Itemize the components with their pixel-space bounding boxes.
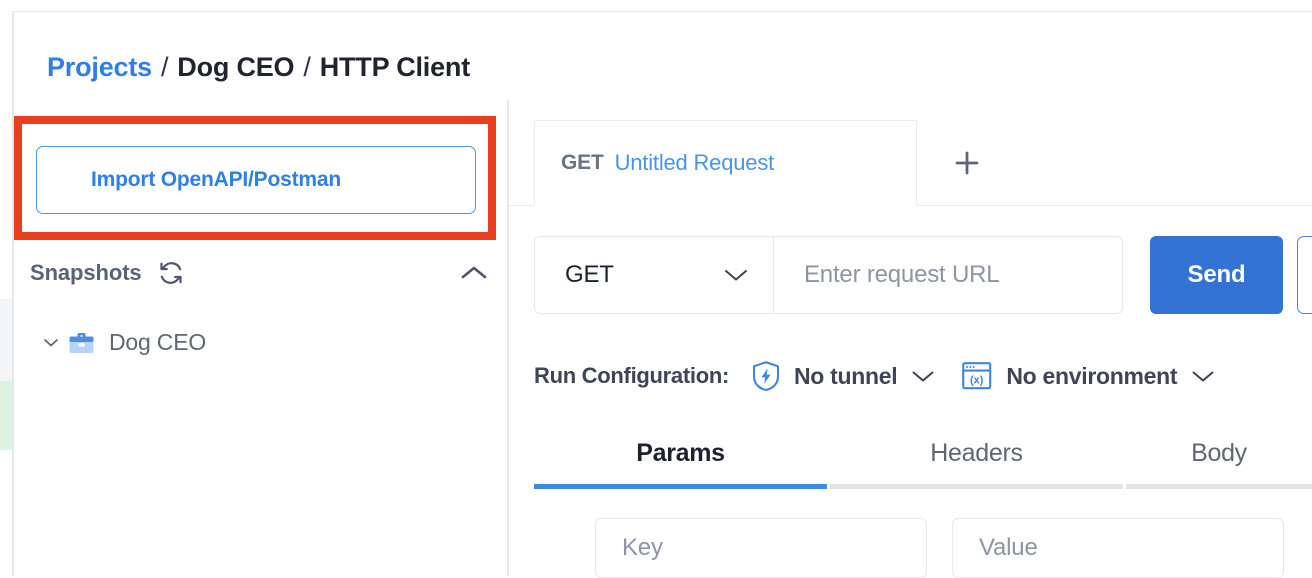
request-tab-untitled-request[interactable]: GET Untitled Request bbox=[534, 120, 917, 206]
snapshot-tree-label: Dog CEO bbox=[109, 329, 206, 356]
http-method-value: GET bbox=[565, 261, 614, 289]
left-rail bbox=[0, 0, 12, 576]
snapshots-collapse-chevron-up-icon[interactable] bbox=[460, 264, 492, 282]
rail-segment-gray bbox=[0, 299, 12, 381]
run-configuration-label: Run Configuration: bbox=[534, 363, 729, 389]
environment-chevron-down-icon bbox=[1191, 369, 1215, 384]
breadcrumb-current-page: HTTP Client bbox=[320, 52, 470, 83]
request-url-input[interactable]: Enter request URL bbox=[774, 236, 1123, 314]
request-tab-name: Untitled Request bbox=[615, 150, 774, 176]
tab-params-underline bbox=[534, 484, 827, 489]
breadcrumb: Projects / Dog CEO / HTTP Client bbox=[47, 52, 470, 83]
breadcrumb-separator-1: / bbox=[161, 52, 168, 83]
request-tab-method: GET bbox=[561, 151, 604, 175]
tab-body[interactable]: Body bbox=[1126, 422, 1312, 484]
request-section-tabs: Params Headers Body bbox=[534, 422, 1312, 492]
add-request-tab-button[interactable] bbox=[917, 120, 1017, 206]
import-openapi-postman-button[interactable]: Import OpenAPI/Postman bbox=[36, 146, 476, 214]
save-request-button[interactable] bbox=[1297, 236, 1312, 314]
main-panel: GET Untitled Request GET bbox=[509, 100, 1312, 576]
window-variable-icon: (x) bbox=[961, 360, 993, 392]
snapshots-section-header: Snapshots bbox=[30, 255, 492, 291]
environment-selector[interactable]: (x) No environment bbox=[961, 360, 1215, 392]
param-value-input[interactable]: Value bbox=[952, 518, 1284, 578]
import-button-label: Import OpenAPI/Postman bbox=[91, 168, 341, 192]
plus-icon bbox=[951, 147, 983, 179]
http-method-select[interactable]: GET bbox=[534, 236, 774, 314]
tunnel-value: No tunnel bbox=[794, 363, 897, 390]
tab-headers[interactable]: Headers bbox=[830, 422, 1123, 484]
briefcase-icon bbox=[68, 330, 95, 355]
tab-headers-underline bbox=[830, 484, 1123, 489]
send-button[interactable]: Send bbox=[1150, 236, 1283, 314]
refresh-icon[interactable] bbox=[158, 260, 184, 286]
method-chevron-down-icon bbox=[723, 267, 749, 283]
param-value-placeholder: Value bbox=[979, 534, 1038, 562]
breadcrumb-separator-2: / bbox=[303, 52, 310, 83]
sidebar: Import OpenAPI/Postman Snapshots bbox=[14, 100, 508, 576]
shield-bolt-icon bbox=[751, 360, 781, 392]
tab-body-underline bbox=[1126, 484, 1312, 489]
params-table-row: Key Value bbox=[595, 518, 1284, 578]
breadcrumb-projects-link[interactable]: Projects bbox=[47, 52, 152, 83]
breadcrumb-project-name[interactable]: Dog CEO bbox=[177, 52, 294, 83]
environment-value: No environment bbox=[1006, 363, 1177, 390]
param-key-placeholder: Key bbox=[622, 534, 663, 562]
tab-params-label: Params bbox=[636, 439, 725, 468]
tab-headers-label: Headers bbox=[930, 439, 1022, 468]
snapshot-tree-item-dog-ceo[interactable]: Dog CEO bbox=[42, 325, 206, 359]
rail-segment-green bbox=[0, 381, 12, 450]
request-tabstrip: GET Untitled Request bbox=[509, 120, 1312, 206]
tunnel-selector[interactable]: No tunnel bbox=[751, 360, 935, 392]
request-url-bar: GET Enter request URL Send bbox=[534, 236, 1312, 314]
app-window: Projects / Dog CEO / HTTP Client Import … bbox=[0, 0, 1312, 576]
tab-body-label: Body bbox=[1191, 439, 1247, 468]
run-configuration-row: Run Configuration: No tunnel bbox=[534, 356, 1215, 396]
param-key-input[interactable]: Key bbox=[595, 518, 927, 578]
tree-chevron-down-icon[interactable] bbox=[42, 337, 60, 348]
svg-text:(x): (x) bbox=[970, 374, 984, 386]
window-top-divider bbox=[0, 11, 1312, 12]
request-url-placeholder: Enter request URL bbox=[804, 261, 999, 289]
send-button-label: Send bbox=[1188, 261, 1246, 289]
tunnel-chevron-down-icon bbox=[911, 369, 935, 384]
tab-params[interactable]: Params bbox=[534, 422, 827, 484]
snapshots-title: Snapshots bbox=[30, 260, 142, 286]
